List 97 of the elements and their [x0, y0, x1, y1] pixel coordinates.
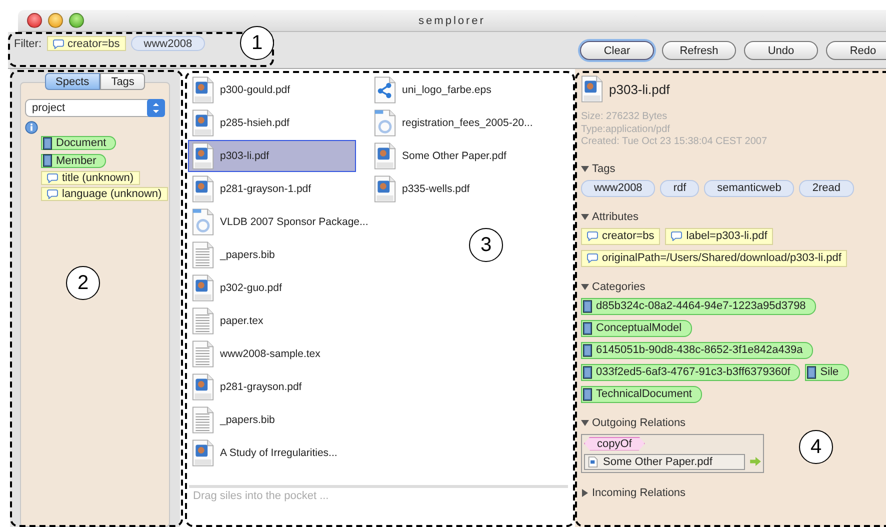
attribute-chip[interactable]: creator=bs — [46, 36, 126, 51]
file-icon — [192, 142, 214, 170]
info-icon[interactable] — [25, 121, 38, 134]
file-item[interactable]: Some Other Paper.pdf — [370, 140, 560, 172]
file-title: p303-li.pdf — [609, 82, 670, 96]
file-item[interactable]: p302-guo.pdf — [188, 272, 370, 304]
file-item[interactable]: uni_logo_farbe.eps — [370, 74, 560, 106]
file-icon — [581, 75, 603, 103]
file-icon — [192, 340, 214, 368]
file-icon — [192, 208, 214, 236]
book-icon — [583, 344, 592, 356]
file-icon — [374, 142, 396, 170]
close-button[interactable] — [27, 13, 42, 28]
file-metadata: Created: Tue Oct 23 15:38:04 CEST 2007 — [581, 136, 768, 148]
file-icon — [192, 406, 214, 434]
book-icon — [43, 154, 52, 167]
file-item[interactable]: p285-hsieh.pdf — [188, 107, 370, 139]
file-icon — [374, 76, 396, 104]
file-icon — [192, 175, 214, 203]
category-chip[interactable]: TechnicalDocument — [581, 386, 702, 402]
file-icon — [192, 76, 214, 104]
file-item[interactable]: A Study of Irregularities... — [188, 437, 370, 469]
book-icon — [807, 366, 816, 378]
book-icon — [583, 388, 592, 400]
file-icon — [192, 373, 214, 401]
file-item[interactable]: www2008-sample.tex — [188, 338, 370, 370]
file-item[interactable]: VLDB 2007 Sponsor Package... — [188, 206, 370, 238]
tag-chip[interactable]: www2008 — [581, 180, 656, 196]
file-metadata: Type:application/pdf — [581, 124, 671, 136]
book-icon — [583, 366, 592, 378]
book-icon — [583, 300, 592, 312]
dropdown-arrows-icon — [147, 99, 165, 117]
disclosure-triangle-icon — [581, 282, 589, 290]
tag-chip[interactable]: 2read — [799, 180, 854, 196]
file-icon — [192, 241, 214, 269]
speech-bubble-icon — [587, 231, 598, 241]
speech-bubble-icon — [47, 173, 58, 183]
toolbar-button[interactable]: Clear — [580, 41, 654, 60]
speech-bubble-icon — [52, 38, 64, 48]
file-icon — [588, 456, 598, 468]
relation-label: copyOf — [584, 436, 645, 450]
file-item[interactable]: p281-grayson-1.pdf — [188, 173, 370, 205]
file-icon — [192, 109, 214, 137]
attribute-chip[interactable]: originalPath=/Users/Shared/download/p303-li.pdf — [581, 250, 848, 266]
relation-target[interactable]: Some Other Paper.pdf — [584, 454, 746, 470]
filter-label: Filter: — [14, 38, 42, 50]
file-icon — [192, 274, 214, 302]
toolbar-button[interactable]: Undo — [744, 41, 818, 60]
section-header[interactable]: Tags — [581, 162, 616, 174]
project-dropdown[interactable]: project — [25, 99, 165, 117]
section-header[interactable]: Incoming Relations — [581, 486, 686, 498]
tag-chip[interactable]: www2008 — [130, 36, 206, 51]
zoom-button[interactable] — [69, 13, 84, 28]
file-icon — [374, 175, 396, 203]
tag-chip[interactable]: rdf — [660, 180, 700, 196]
file-metadata: Size: 276232 Bytes — [581, 111, 668, 124]
category-chip[interactable]: ConceptualModel — [581, 320, 692, 336]
file-item[interactable]: _papers.bib — [188, 239, 370, 271]
file-icon — [192, 439, 214, 467]
minimize-button[interactable] — [48, 13, 63, 28]
section-header[interactable]: Outgoing Relations — [581, 416, 686, 428]
category-chip[interactable]: 6145051b-90d8-438c-8652-3f1e842a439a — [581, 342, 813, 358]
book-icon — [43, 136, 52, 150]
window-title: semplorer — [418, 14, 486, 26]
speech-bubble-icon — [587, 253, 598, 263]
section-header[interactable]: Attributes — [581, 210, 638, 222]
attribute-chip[interactable]: title (unknown) — [41, 171, 140, 185]
category-chip[interactable]: d85b324c-08a2-4464-94e7-1223a95d3798 — [581, 298, 816, 314]
toolbar-button[interactable]: Refresh — [662, 41, 736, 60]
category-chip[interactable]: Document — [41, 136, 116, 150]
disclosure-triangle-icon — [581, 212, 589, 220]
file-icon — [192, 307, 214, 335]
file-item[interactable]: p281-grayson.pdf — [188, 371, 370, 403]
disclosure-triangle-icon — [581, 488, 589, 496]
file-item[interactable]: registration_fees_2005-20... — [370, 107, 560, 139]
category-chip[interactable]: 033f2ed5-6af3-4767-91c3-b3ff6379360f — [581, 364, 800, 380]
sidebar-tab[interactable]: Spects — [44, 73, 100, 90]
toolbar-button[interactable]: Redo — [826, 41, 886, 60]
file-icon — [374, 109, 396, 137]
attribute-chip[interactable]: label=p303-li.pdf — [665, 228, 774, 244]
tag-chip[interactable]: semanticweb — [704, 180, 794, 196]
book-icon — [583, 322, 592, 334]
file-item[interactable]: p335-wells.pdf — [370, 173, 560, 205]
file-item[interactable]: p303-li.pdf — [188, 140, 356, 172]
sidebar-tab[interactable]: Tags — [100, 73, 146, 90]
speech-bubble-icon — [47, 189, 58, 199]
attribute-chip[interactable]: language (unknown) — [41, 187, 168, 201]
disclosure-triangle-icon — [581, 164, 589, 172]
category-chip[interactable]: Member — [41, 154, 106, 168]
attribute-chip[interactable]: creator=bs — [581, 228, 660, 244]
file-item[interactable]: p300-gould.pdf — [188, 74, 370, 106]
category-chip[interactable]: Sile — [805, 364, 849, 380]
section-header[interactable]: Categories — [581, 280, 646, 292]
speech-bubble-icon — [671, 231, 682, 241]
file-item[interactable]: paper.tex — [188, 305, 370, 337]
file-item[interactable]: _papers.bib — [188, 404, 370, 436]
disclosure-triangle-icon — [581, 418, 589, 426]
